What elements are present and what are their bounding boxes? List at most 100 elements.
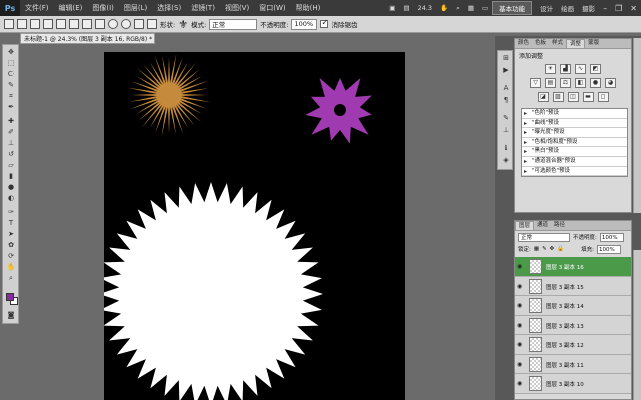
quick-select-tool-icon[interactable]: ✎ bbox=[6, 81, 16, 89]
brushes-panel-icon[interactable]: ✎ bbox=[501, 114, 511, 123]
tab-styles[interactable]: 样式 bbox=[549, 39, 566, 48]
line-icon[interactable] bbox=[134, 19, 144, 29]
layer-row[interactable]: ◉ 图层 3 副本 11 bbox=[515, 354, 631, 374]
restore-icon[interactable]: ❐ bbox=[611, 4, 626, 13]
layer-opacity-input[interactable]: 100% bbox=[599, 232, 624, 242]
visibility-eye-icon[interactable]: ◉ bbox=[517, 263, 522, 270]
invert-icon[interactable]: ◪ bbox=[537, 92, 549, 102]
preset-black-white[interactable]: "黑白"预设 bbox=[522, 147, 627, 157]
tool-preset-icon[interactable] bbox=[4, 19, 14, 29]
menu-select[interactable]: 选择(S) bbox=[152, 3, 186, 13]
menu-help[interactable]: 帮助(H) bbox=[291, 3, 326, 13]
levels-icon[interactable]: ▟ bbox=[560, 64, 571, 74]
path-select-tool-icon[interactable]: ➤ bbox=[6, 230, 16, 238]
actions-panel-icon[interactable]: ▶ bbox=[501, 66, 511, 75]
fill-input[interactable]: 100% bbox=[597, 244, 621, 254]
brightness-icon[interactable]: ☀ bbox=[545, 64, 556, 74]
visibility-eye-icon[interactable]: ◉ bbox=[517, 302, 522, 309]
healing-tool-icon[interactable]: ✚ bbox=[6, 117, 16, 125]
menu-view[interactable]: 视图(V) bbox=[220, 3, 254, 13]
blend-mode-select[interactable]: 正常 bbox=[518, 232, 570, 242]
menu-filter[interactable]: 滤镜(T) bbox=[186, 3, 220, 13]
menu-layer[interactable]: 图层(L) bbox=[119, 3, 152, 13]
dodge-tool-icon[interactable]: ◐ bbox=[6, 194, 16, 202]
custom-shape-tool-icon[interactable]: ✿ bbox=[6, 241, 16, 249]
preset-curves[interactable]: "曲线"预设 bbox=[522, 119, 627, 129]
zoom-tool-icon[interactable]: ⌕ bbox=[6, 274, 16, 282]
visibility-eye-icon[interactable]: ◉ bbox=[517, 380, 522, 387]
hue-saturation-icon[interactable]: ▤ bbox=[545, 78, 556, 88]
layer-row[interactable]: ◉ 图层 3 副本 16 bbox=[515, 257, 631, 277]
pen-icon[interactable] bbox=[56, 19, 66, 29]
brush-tool-icon[interactable]: ✐ bbox=[6, 128, 16, 136]
shape-layers-icon[interactable] bbox=[17, 19, 27, 29]
fill-pixels-icon[interactable] bbox=[43, 19, 53, 29]
tab-channels[interactable]: 通道 bbox=[534, 221, 551, 230]
eraser-tool-icon[interactable]: ▱ bbox=[6, 161, 16, 169]
preset-hue-saturation[interactable]: "色相/饱和度"预设 bbox=[522, 138, 627, 148]
antialias-checkbox[interactable] bbox=[320, 18, 329, 28]
tab-color[interactable]: 颜色 bbox=[515, 39, 532, 48]
black-white-icon[interactable]: ◧ bbox=[575, 78, 586, 88]
preset-selective-color[interactable]: "可选颜色"预设 bbox=[522, 167, 627, 177]
minibridge-icon[interactable]: ▤ bbox=[399, 4, 413, 12]
info-panel-icon[interactable]: ℹ bbox=[501, 144, 511, 153]
lock-image-icon[interactable]: ✎ bbox=[542, 246, 547, 252]
menu-edit[interactable]: 编辑(E) bbox=[54, 3, 88, 13]
marquee-tool-icon[interactable]: ⬚ bbox=[6, 59, 16, 67]
paths-icon[interactable] bbox=[30, 19, 40, 29]
mode-select[interactable]: 正常 bbox=[209, 18, 258, 30]
close-icon[interactable]: ✕ bbox=[626, 4, 641, 13]
custom-shape-icon[interactable] bbox=[147, 19, 157, 29]
move-tool-icon[interactable]: ✥ bbox=[6, 48, 16, 56]
foreground-color-swatch[interactable] bbox=[6, 293, 14, 301]
bridge-icon[interactable]: ▣ bbox=[385, 4, 399, 12]
workspace-paint-button[interactable]: 绘画 bbox=[557, 3, 578, 13]
preset-channel-mixer[interactable]: "通道混合器"预设 bbox=[522, 157, 627, 167]
preset-exposure[interactable]: "曝光度"预设 bbox=[522, 128, 627, 138]
eyedropper-tool-icon[interactable]: ✒ bbox=[6, 103, 16, 111]
polygon-icon[interactable] bbox=[121, 19, 131, 29]
workspace-essentials-button[interactable]: 基本功能 bbox=[492, 1, 533, 15]
freeform-pen-icon[interactable] bbox=[69, 19, 79, 29]
channel-mixer-icon[interactable]: ◕ bbox=[605, 78, 616, 88]
lock-transparent-icon[interactable]: ▦ bbox=[534, 246, 539, 252]
quick-mask-icon[interactable]: ◙ bbox=[6, 311, 16, 319]
clone-source-panel-icon[interactable]: ⊥ bbox=[501, 126, 511, 135]
zoom-level[interactable]: 24.3 bbox=[414, 4, 436, 12]
clone-stamp-tool-icon[interactable]: ⊥ bbox=[6, 139, 16, 147]
visibility-eye-icon[interactable]: ◉ bbox=[517, 361, 522, 368]
gradient-tool-icon[interactable]: ▮ bbox=[6, 172, 16, 180]
threshold-icon[interactable]: ◫ bbox=[567, 92, 579, 102]
hand-tool-icon[interactable]: ✋ bbox=[6, 263, 16, 271]
workspace-photo-button[interactable]: 摄影 bbox=[578, 3, 599, 13]
layer-row[interactable]: ◉ 图层 3 副本 10 bbox=[515, 374, 631, 394]
visibility-eye-icon[interactable]: ◉ bbox=[517, 341, 522, 348]
color-balance-icon[interactable]: ⚖ bbox=[560, 78, 571, 88]
layer-row[interactable]: ◉ 图层 3 副本 12 bbox=[515, 335, 631, 355]
type-tool-icon[interactable]: T bbox=[6, 219, 16, 227]
tab-masks[interactable]: 蒙版 bbox=[585, 39, 602, 48]
zoom-icon[interactable]: ⌕ bbox=[452, 4, 464, 13]
hand-icon[interactable]: ✋ bbox=[436, 4, 452, 12]
rounded-rectangle-icon[interactable] bbox=[95, 19, 105, 29]
3d-rotate-tool-icon[interactable]: ⟳ bbox=[6, 252, 16, 260]
photo-filter-icon[interactable]: ● bbox=[590, 78, 601, 88]
fleur-shape-icon[interactable]: ⚜ bbox=[178, 18, 188, 31]
blur-tool-icon[interactable]: ● bbox=[6, 183, 16, 191]
history-panel-icon[interactable]: ⊞ bbox=[501, 54, 511, 63]
opacity-input[interactable]: 100% bbox=[291, 18, 318, 30]
lock-all-icon[interactable]: 🔒 bbox=[557, 246, 564, 252]
document-canvas[interactable] bbox=[99, 52, 405, 400]
preset-levels[interactable]: "色阶"预设 bbox=[522, 109, 627, 119]
tab-layers[interactable]: 图层 bbox=[515, 221, 535, 230]
visibility-eye-icon[interactable]: ◉ bbox=[517, 283, 522, 290]
curves-icon[interactable]: ∿ bbox=[575, 64, 586, 74]
vibrance-icon[interactable]: ▽ bbox=[530, 78, 541, 88]
layer-row[interactable]: ◉ 图层 3 副本 13 bbox=[515, 315, 631, 335]
visibility-eye-icon[interactable]: ◉ bbox=[517, 322, 522, 329]
tab-paths[interactable]: 路径 bbox=[551, 221, 568, 230]
workspace-design-button[interactable]: 设计 bbox=[536, 3, 557, 13]
posterize-icon[interactable]: ▨ bbox=[552, 92, 564, 102]
paragraph-panel-icon[interactable]: ¶ bbox=[501, 96, 511, 105]
